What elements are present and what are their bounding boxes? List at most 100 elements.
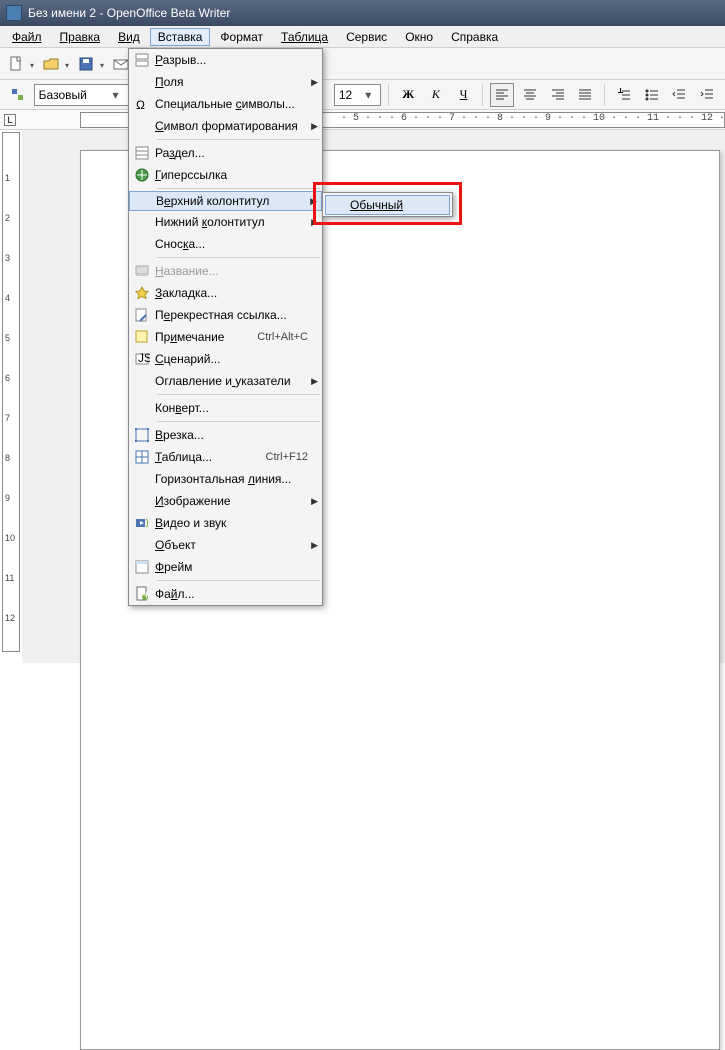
menu-item[interactable]: JSСценарий... xyxy=(129,348,322,370)
blank-icon xyxy=(129,534,155,556)
menu-item-label: Файл... xyxy=(155,587,322,601)
menu-item[interactable]: Верхний колонтитул▶ xyxy=(129,191,322,211)
menu-window[interactable]: Окно xyxy=(397,28,441,46)
dropdown-arrow-icon: ▾ xyxy=(108,88,124,102)
align-center-button[interactable] xyxy=(518,83,542,107)
blank-icon xyxy=(130,190,156,212)
save-button[interactable] xyxy=(74,52,98,76)
menu-item-label: Конверт... xyxy=(155,401,322,415)
italic-button[interactable]: К xyxy=(424,83,448,107)
menu-item[interactable]: Символ форматирования▶ xyxy=(129,115,322,137)
submenu-arrow-icon: ▶ xyxy=(311,217,318,228)
menu-item-label: Нижний колонтитул xyxy=(155,215,322,229)
bookmark-icon xyxy=(129,282,155,304)
increase-indent-button[interactable] xyxy=(695,83,719,107)
toolbar-sep xyxy=(482,84,483,106)
menu-item[interactable]: Поля▶ xyxy=(129,71,322,93)
ruler-bar: L · 5 · · · 6 · · · 7 · · · 8 · · · 9 · … xyxy=(0,110,725,130)
menu-item-label: Разрыв... xyxy=(155,53,322,67)
menu-format[interactable]: Формат xyxy=(212,28,271,46)
new-doc-dropdown[interactable] xyxy=(30,57,37,71)
submenu-arrow-icon: ▶ xyxy=(311,540,318,551)
para-style-combo[interactable]: Базовый ▾ xyxy=(34,84,129,106)
hyperlink-icon xyxy=(129,164,155,186)
blank-icon xyxy=(129,468,155,490)
menu-item[interactable]: Видео и звук xyxy=(129,512,322,534)
menu-insert[interactable]: Вставка xyxy=(150,28,211,46)
decrease-indent-button[interactable] xyxy=(668,83,692,107)
menu-item[interactable]: Фрейм xyxy=(129,556,322,578)
new-doc-button[interactable] xyxy=(4,52,28,76)
align-right-button[interactable] xyxy=(546,83,570,107)
numbered-list-button[interactable]: 1 xyxy=(612,83,636,107)
menu-item-label: Оглавление и указатели xyxy=(155,374,322,388)
menu-item[interactable]: Раздел... xyxy=(129,142,322,164)
submenu-label: Обычный xyxy=(350,198,449,212)
open-dropdown[interactable] xyxy=(65,57,72,71)
align-left-button[interactable] xyxy=(490,83,514,107)
menu-item[interactable]: Закладка... xyxy=(129,282,322,304)
para-style-value: Базовый xyxy=(39,88,108,102)
menu-view[interactable]: Вид xyxy=(110,28,148,46)
menu-item-label: Изображение xyxy=(155,494,322,508)
menu-item: Название... xyxy=(129,260,322,282)
bulleted-list-button[interactable] xyxy=(640,83,664,107)
vertical-ruler[interactable]: 1 2 3 4 5 6 7 8 9 10 11 12 xyxy=(0,130,22,663)
menu-item[interactable]: Оглавление и указатели▶ xyxy=(129,370,322,392)
file-icon: + xyxy=(129,583,155,605)
font-size-combo[interactable]: 12 ▾ xyxy=(334,84,381,106)
menu-separator xyxy=(157,580,320,581)
menu-item-label: Раздел... xyxy=(155,146,322,160)
menu-item[interactable]: Врезка... xyxy=(129,424,322,446)
menu-shortcut: Ctrl+Alt+C xyxy=(257,331,322,343)
dropdown-arrow-icon: ▾ xyxy=(360,88,376,102)
bold-button[interactable]: Ж xyxy=(396,83,420,107)
menu-item[interactable]: ΩСпециальные символы... xyxy=(129,93,322,115)
iframe-icon xyxy=(129,556,155,578)
menu-item[interactable]: Таблица...Ctrl+F12 xyxy=(129,446,322,468)
save-dropdown[interactable] xyxy=(100,57,107,71)
blank-icon xyxy=(129,233,155,255)
menu-item[interactable]: Разрыв... xyxy=(129,49,322,71)
menu-separator xyxy=(157,139,320,140)
menu-item-label: Объект xyxy=(155,538,322,552)
menu-separator xyxy=(157,257,320,258)
underline-button[interactable]: Ч xyxy=(452,83,476,107)
menu-item-label: Перекрестная ссылка... xyxy=(155,308,322,322)
menu-item[interactable]: +Файл... xyxy=(129,583,322,605)
styles-button[interactable] xyxy=(6,83,30,107)
menu-item[interactable]: Сноска... xyxy=(129,233,322,255)
menu-tools[interactable]: Сервис xyxy=(338,28,395,46)
crossref-icon xyxy=(129,304,155,326)
menu-item[interactable]: Конверт... xyxy=(129,397,322,419)
menu-item[interactable]: Горизонтальная линия... xyxy=(129,468,322,490)
menu-separator xyxy=(157,394,320,395)
menu-separator xyxy=(157,188,320,189)
menu-file[interactable]: Файл xyxy=(4,28,50,46)
menu-item[interactable]: Перекрестная ссылка... xyxy=(129,304,322,326)
menu-item[interactable]: Изображение▶ xyxy=(129,490,322,512)
submenu-default[interactable]: Обычный xyxy=(325,195,450,215)
script-icon: JS xyxy=(129,348,155,370)
menu-item-label: Врезка... xyxy=(155,428,322,442)
header-submenu: Обычный xyxy=(322,192,453,217)
menu-item[interactable]: Объект▶ xyxy=(129,534,322,556)
section-icon xyxy=(129,142,155,164)
menu-item-label: Фрейм xyxy=(155,560,322,574)
menu-item[interactable]: Нижний колонтитул▶ xyxy=(129,211,322,233)
menu-item-label: Видео и звук xyxy=(155,516,322,530)
menu-item-label: Гиперссылка xyxy=(155,168,322,182)
menu-edit[interactable]: Правка xyxy=(52,28,109,46)
menu-table[interactable]: Таблица xyxy=(273,28,336,46)
submenu-arrow-icon: ▶ xyxy=(311,496,318,507)
menu-item[interactable]: Гиперссылка xyxy=(129,164,322,186)
menu-item-label: Таблица... xyxy=(155,450,266,464)
open-button[interactable] xyxy=(39,52,63,76)
tab-stop-selector[interactable]: L xyxy=(4,114,16,126)
toolbar-sep xyxy=(604,84,605,106)
title-bar: Без имени 2 - OpenOffice Beta Writer xyxy=(0,0,725,26)
menu-item[interactable]: ПримечаниеCtrl+Alt+C xyxy=(129,326,322,348)
window-title: Без имени 2 - OpenOffice Beta Writer xyxy=(28,6,230,20)
align-justify-button[interactable] xyxy=(573,83,597,107)
menu-help[interactable]: Справка xyxy=(443,28,506,46)
